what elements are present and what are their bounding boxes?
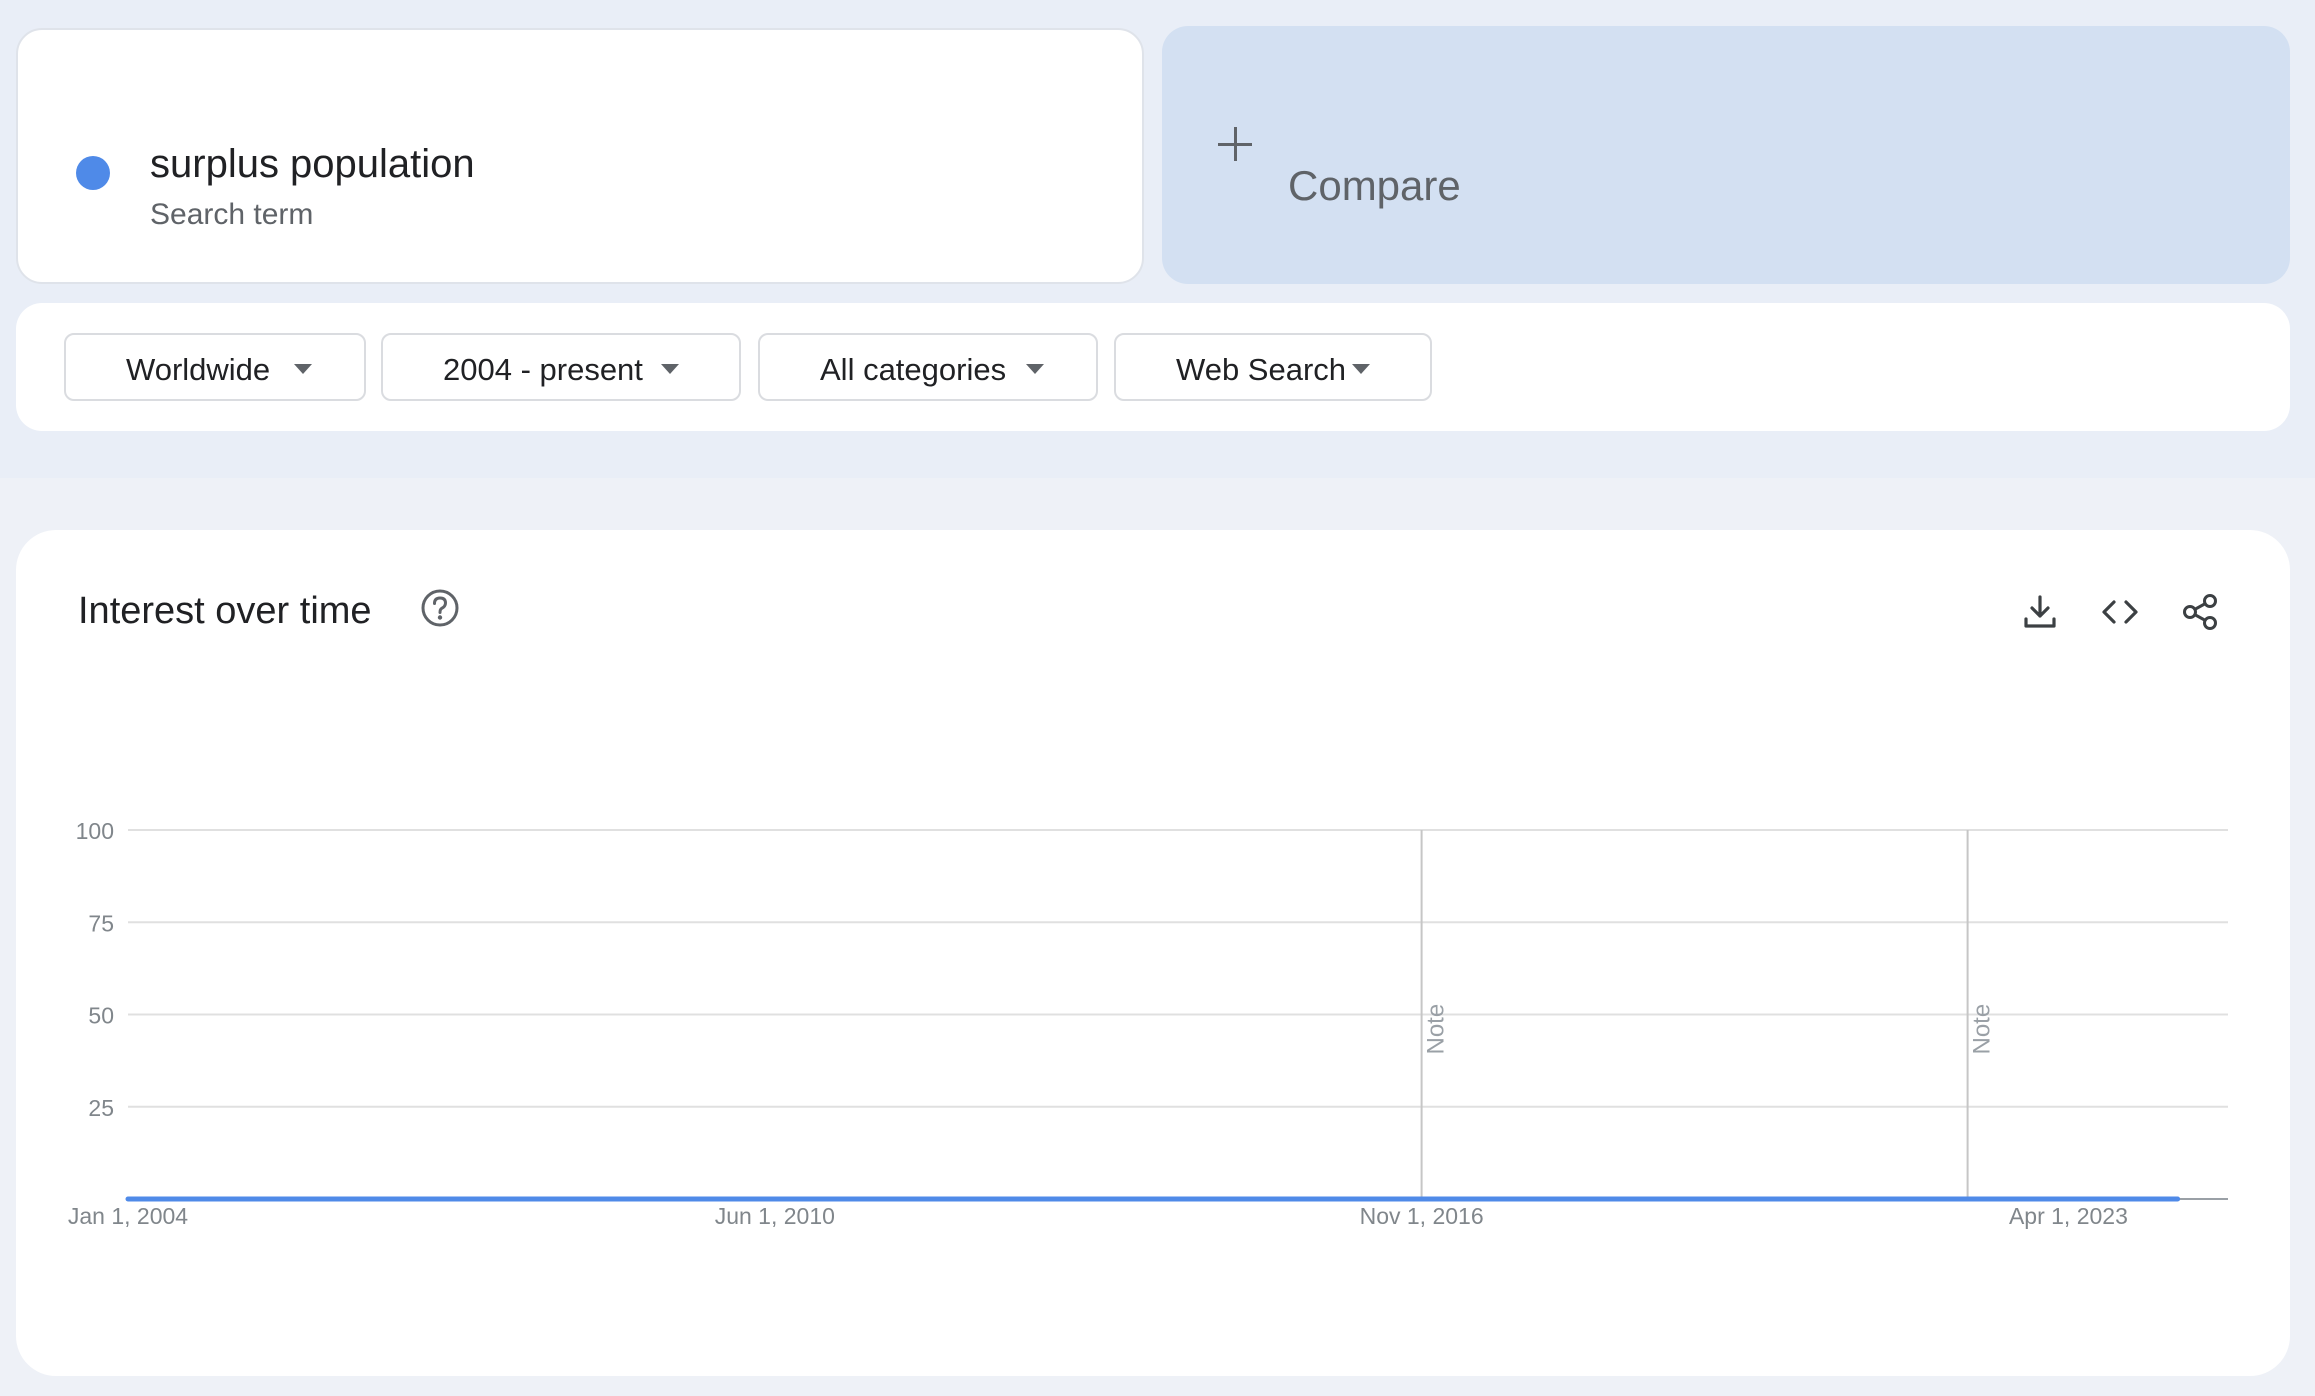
y-tick-label-25: 25 bbox=[88, 1095, 114, 1121]
note-label-0: Note bbox=[1423, 1004, 1450, 1055]
caret-down-icon bbox=[661, 364, 679, 374]
caret-down-icon bbox=[1352, 364, 1370, 374]
compare-label: Compare bbox=[1288, 162, 1461, 209]
x-tick-label-2: Nov 1, 2016 bbox=[1360, 1203, 1484, 1229]
interest-chart[interactable]: 25 50 75 100 Jan 1, 2004 Jun 1, 2010 Nov 1, 20… bbox=[16, 530, 2290, 1376]
search-term-card[interactable]: surplus population Search term bbox=[16, 28, 1144, 284]
filter-location[interactable]: Worldwide bbox=[64, 333, 366, 401]
search-term-name[interactable]: surplus population bbox=[150, 142, 475, 187]
caret-down-icon bbox=[1026, 364, 1044, 374]
filter-bar: Worldwide 2004 - present All categories … bbox=[16, 303, 2290, 431]
filter-location-label: Worldwide bbox=[126, 352, 271, 387]
plus-icon bbox=[1218, 126, 1254, 162]
filter-search-type-label: Web Search bbox=[1176, 352, 1347, 387]
filter-category[interactable]: All categories bbox=[758, 333, 1098, 401]
filter-time-range-label: 2004 - present bbox=[443, 352, 643, 387]
x-tick-label-0: Jan 1, 2004 bbox=[68, 1203, 188, 1229]
x-tick-label-3: Apr 1, 2023 bbox=[2009, 1203, 2128, 1229]
note-label-1: Note bbox=[1969, 1004, 1996, 1055]
filter-time-range[interactable]: 2004 - present bbox=[381, 333, 741, 401]
x-tick-label-1: Jun 1, 2010 bbox=[715, 1203, 835, 1229]
compare-button[interactable]: Compare bbox=[1162, 26, 2290, 284]
y-tick-label-100: 100 bbox=[76, 818, 114, 844]
y-tick-label-50: 50 bbox=[88, 1003, 114, 1029]
term-color-dot bbox=[76, 156, 110, 190]
caret-down-icon bbox=[294, 364, 312, 374]
y-tick-label-75: 75 bbox=[88, 910, 114, 936]
filter-category-label: All categories bbox=[820, 352, 1007, 387]
search-term-kind: Search term bbox=[150, 198, 314, 231]
filter-search-type[interactable]: Web Search bbox=[1114, 333, 1432, 401]
interest-over-time-card: Interest over time 25 50 75 100 Jan 1, 2004 J… bbox=[16, 530, 2290, 1376]
